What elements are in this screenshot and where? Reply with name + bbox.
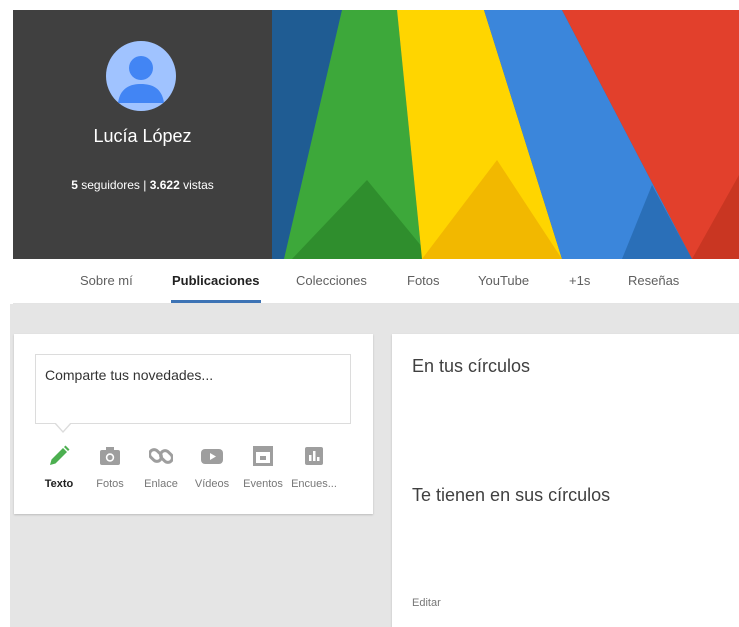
share-poll-button[interactable]: Encues... (289, 444, 339, 490)
in-your-circles-title[interactable]: En tus círculos (412, 356, 530, 377)
person-icon (118, 56, 164, 103)
avatar[interactable] (106, 41, 176, 111)
profile-stats: 5 seguidores | 3.622 vistas (13, 178, 272, 192)
share-text-label: Texto (44, 478, 74, 490)
circles-card: En tus círculos Te tienen en sus círculo… (392, 334, 739, 627)
share-video-button[interactable]: Vídeos (187, 444, 237, 490)
share-input-pointer (54, 422, 72, 433)
share-video-label: Vídeos (194, 478, 230, 490)
poll-icon (305, 447, 323, 465)
views-count: 3.622 (149, 178, 180, 192)
profile-panel: Lucía López 5 seguidores | 3.622 vistas (13, 10, 272, 259)
share-poll-label: Encues... (291, 478, 337, 490)
tab-youtube[interactable]: YouTube (478, 259, 529, 303)
share-box: Comparte tus novedades... Texto Fotos En… (14, 334, 373, 514)
play-icon (201, 449, 223, 464)
have-you-in-circles-title[interactable]: Te tienen en sus círculos (412, 485, 610, 506)
link-icon (149, 448, 173, 464)
stats-separator: | (143, 178, 147, 192)
profile-name: Lucía López (93, 126, 192, 146)
tab-sobre-mi[interactable]: Sobre mí (80, 259, 133, 303)
followers-label[interactable]: seguidores (81, 178, 140, 192)
share-event-label: Eventos (243, 478, 283, 490)
share-link-button[interactable]: Enlace (136, 444, 186, 490)
profile-cover: Lucía López 5 seguidores | 3.622 vistas (13, 10, 739, 259)
active-tab-indicator (171, 300, 261, 303)
tab-colecciones[interactable]: Colecciones (296, 259, 367, 303)
edit-link[interactable]: Editar (412, 597, 441, 609)
share-event-button[interactable]: Eventos (238, 444, 288, 490)
camera-icon (100, 447, 120, 465)
pencil-icon (50, 445, 70, 465)
views-label: vistas (183, 178, 214, 192)
share-link-label: Enlace (144, 478, 178, 490)
profile-tabs: Sobre mí Publicaciones Colecciones Fotos… (13, 259, 739, 304)
cover-image (272, 10, 739, 259)
cover-banner (272, 10, 739, 259)
share-photos-button[interactable]: Fotos (85, 444, 135, 490)
followers-count[interactable]: 5 (71, 178, 78, 192)
calendar-icon (253, 446, 273, 466)
tab-plus-ones[interactable]: +1s (569, 259, 590, 303)
tab-resenas[interactable]: Reseñas (628, 259, 679, 303)
share-input[interactable]: Comparte tus novedades... (35, 354, 351, 424)
tab-fotos[interactable]: Fotos (407, 259, 440, 303)
tab-publicaciones[interactable]: Publicaciones (172, 259, 259, 303)
share-photos-label: Fotos (96, 478, 124, 490)
share-text-button[interactable]: Texto (34, 444, 84, 490)
